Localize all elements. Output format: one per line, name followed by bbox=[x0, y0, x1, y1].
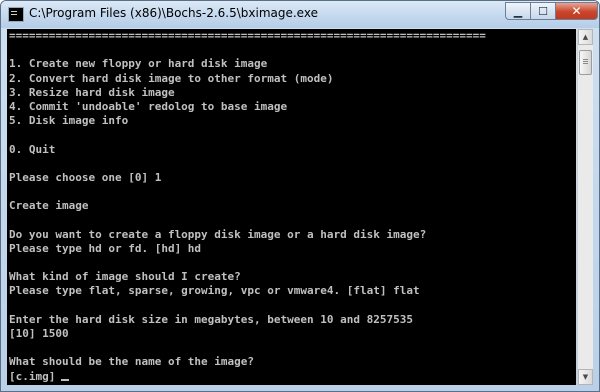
console-line: 4. Commit 'undoable' redolog to base ima… bbox=[9, 99, 288, 113]
arrow-down-icon: ▼ bbox=[582, 373, 589, 381]
console-prompt: [c.img] bbox=[9, 369, 56, 383]
console-window: C:\Program Files (x86)\Bochs-2.6.5\bxima… bbox=[0, 0, 600, 392]
console-line: 3. Resize hard disk image bbox=[9, 85, 175, 99]
close-button[interactable]: ✕ bbox=[555, 2, 598, 20]
console-line: 1. Create new floppy or hard disk image bbox=[9, 57, 268, 71]
console-output[interactable]: ========================================… bbox=[7, 29, 576, 385]
window-title: C:\Program Files (x86)\Bochs-2.6.5\bxima… bbox=[29, 6, 318, 20]
console-line: What kind of image should I create? bbox=[9, 270, 241, 284]
console-line: [10] 1500 bbox=[9, 326, 69, 340]
console-line: 2. Convert hard disk image to other form… bbox=[9, 71, 334, 85]
scroll-down-button[interactable]: ▼ bbox=[578, 369, 593, 385]
minimize-button[interactable]: ▁ bbox=[505, 2, 531, 20]
text-cursor bbox=[61, 378, 70, 381]
title-bar[interactable]: C:\Program Files (x86)\Bochs-2.6.5\bxima… bbox=[1, 1, 599, 28]
console-line: What should be the name of the image? bbox=[9, 355, 255, 369]
close-icon: ✕ bbox=[571, 4, 582, 18]
scroll-thumb[interactable] bbox=[579, 50, 592, 75]
console-line: Please choose one [0] 1 bbox=[9, 170, 162, 184]
console-input-line[interactable]: [c.img] bbox=[9, 370, 486, 384]
arrow-up-icon: ▲ bbox=[582, 33, 589, 41]
scroll-up-button[interactable]: ▲ bbox=[578, 29, 593, 45]
maximize-icon: ☐ bbox=[538, 4, 548, 18]
console-line: Enter the hard disk size in megabytes, b… bbox=[9, 312, 413, 326]
console-line: 5. Disk image info bbox=[9, 114, 129, 128]
console-line: ========================================… bbox=[9, 29, 486, 42]
console-line: Please type hd or fd. [hd] hd bbox=[9, 241, 202, 255]
console-line: Please type flat, sparse, growing, vpc o… bbox=[9, 284, 420, 298]
console-line: Create image bbox=[9, 199, 89, 213]
console-line: Do you want to create a floppy disk imag… bbox=[9, 227, 427, 241]
console-app-icon bbox=[8, 7, 24, 22]
minimize-icon: ▁ bbox=[513, 4, 523, 18]
console-line: 0. Quit bbox=[9, 142, 56, 156]
maximize-button[interactable]: ☐ bbox=[530, 2, 556, 20]
vertical-scrollbar[interactable]: ▲ ▼ bbox=[577, 29, 593, 385]
